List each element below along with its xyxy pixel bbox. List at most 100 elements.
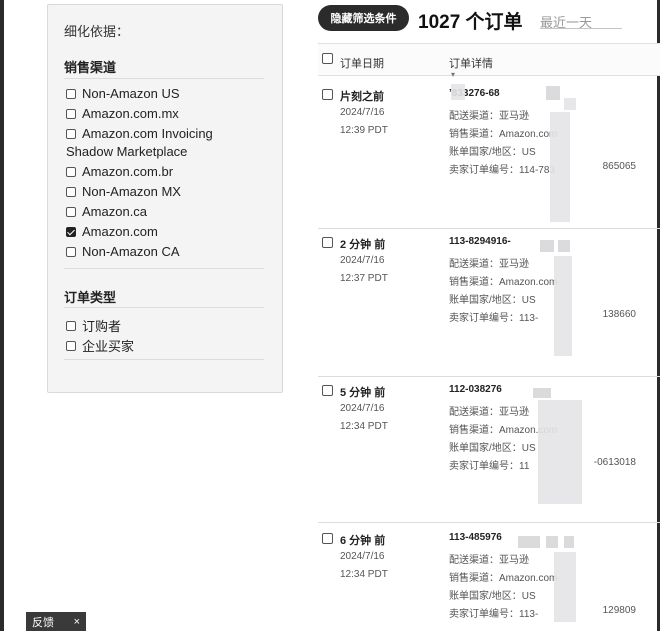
filter-label: Amazon.com: [82, 224, 158, 239]
redaction: [564, 536, 574, 548]
window-left-edge: [0, 0, 4, 631]
sales-channel: 销售渠道：Amazon.com: [449, 573, 558, 584]
order-id-link[interactable]: 112-038276: [449, 384, 502, 395]
date-range-underline: [540, 28, 622, 29]
filter-label: Non-Amazon US: [82, 86, 180, 101]
fulfillment-channel: 配送渠道：亚马逊: [449, 259, 529, 270]
redaction: [546, 86, 560, 100]
row-divider: [318, 228, 660, 229]
billing-country: 账单国家/地区：US: [449, 295, 536, 306]
filter-amazon-com[interactable]: Amazon.com: [66, 224, 158, 239]
order-count: 1027 个订单: [418, 12, 523, 33]
filter-label: 企业买家: [82, 339, 135, 354]
filter-label: Non-Amazon MX: [82, 184, 181, 199]
filter-amazon-com-mx[interactable]: Amazon.com.mx: [66, 106, 179, 121]
refine-heading: 细化依据：: [64, 24, 130, 39]
filter-label-continued: Shadow Marketplace: [66, 144, 188, 159]
checkbox[interactable]: [66, 166, 76, 177]
order-date: 2024/7/16: [340, 107, 385, 118]
checkbox[interactable]: [66, 206, 76, 217]
close-icon[interactable]: ×: [74, 616, 80, 628]
checkbox[interactable]: [66, 108, 76, 119]
divider: [64, 307, 264, 308]
checkbox[interactable]: [66, 88, 76, 99]
billing-country: 账单国家/地区：US: [449, 443, 536, 454]
filter-non-amazon-mx[interactable]: Non-Amazon MX: [66, 184, 181, 199]
order-age: 6 分钟 前: [340, 535, 386, 547]
order-age: 2 分钟 前: [340, 239, 386, 251]
billing-country: 账单国家/地区：US: [449, 147, 536, 158]
filter-amazon-invoicing[interactable]: Amazon.com Invoicing: [66, 126, 213, 141]
filter-label: 订购者: [82, 319, 122, 334]
column-order-date[interactable]: 订单日期: [340, 55, 384, 71]
filter-non-amazon-ca[interactable]: Non-Amazon CA: [66, 244, 180, 259]
fulfillment-channel: 配送渠道：亚马逊: [449, 407, 529, 418]
table-row: 6 分钟 前 2024/7/16 12:34 PDT 113-485976 配送…: [318, 522, 660, 631]
filter-non-amazon-us[interactable]: Non-Amazon US: [66, 86, 180, 101]
checkbox-checked[interactable]: [66, 226, 76, 237]
sales-channel: 销售渠道：Amazon.com: [449, 277, 558, 288]
checkbox[interactable]: [66, 186, 76, 197]
billing-country: 账单国家/地区：US: [449, 591, 536, 602]
seller-order-id: 卖家订单编号：113-: [449, 609, 539, 620]
redaction: [540, 240, 554, 252]
redaction: [558, 240, 570, 252]
redaction: [550, 112, 570, 222]
column-order-details[interactable]: 订单详情: [449, 55, 493, 71]
filter-subscriber[interactable]: 订购者: [66, 316, 121, 335]
table-row: 2 分钟 前 2024/7/16 12:37 PDT 113-8294916- …: [318, 228, 660, 376]
seller-order-id-tail: 129809: [602, 605, 636, 616]
order-age: 5 分钟 前: [340, 387, 386, 399]
sales-channel-title: 销售渠道: [64, 60, 117, 75]
order-id-link[interactable]: 113-8294916-: [449, 236, 511, 247]
divider: [64, 268, 264, 269]
order-time: 12:34 PDT: [340, 569, 388, 580]
seller-order-id-tail: -0613018: [593, 457, 636, 468]
filter-business-buyer[interactable]: 企业买家: [66, 336, 134, 355]
redaction: [564, 98, 576, 110]
row-checkbox[interactable]: [322, 385, 333, 396]
feedback-label: 反馈: [32, 616, 54, 629]
hide-filters-button[interactable]: 隐藏筛选条件: [318, 5, 409, 31]
row-checkbox[interactable]: [322, 237, 333, 248]
order-time: 12:34 PDT: [340, 421, 388, 432]
redaction: [546, 536, 558, 548]
redaction: [554, 552, 576, 622]
order-type-title: 订单类型: [64, 290, 117, 305]
order-time: 12:37 PDT: [340, 273, 388, 284]
checkbox[interactable]: [66, 246, 76, 257]
order-id-link[interactable]: 113-485976: [449, 532, 502, 543]
select-all-checkbox[interactable]: [322, 53, 333, 64]
checkbox[interactable]: [66, 128, 76, 139]
row-checkbox[interactable]: [322, 533, 333, 544]
redaction: [451, 84, 465, 100]
row-checkbox[interactable]: [322, 89, 333, 100]
redaction: [554, 256, 572, 356]
order-date: 2024/7/16: [340, 551, 385, 562]
seller-order-id: 卖家订单编号：114-783: [449, 165, 555, 176]
divider: [64, 78, 264, 79]
filter-label: Amazon.ca: [82, 204, 148, 219]
table-row: 5 分钟 前 2024/7/16 12:34 PDT 112-038276 配送…: [318, 376, 660, 522]
seller-order-id: 卖家订单编号：11: [449, 461, 530, 472]
redaction: [518, 536, 540, 548]
checkbox[interactable]: [66, 340, 76, 351]
filter-amazon-com-br[interactable]: Amazon.com.br: [66, 164, 173, 179]
seller-order-id: 卖家订单编号：113-: [449, 313, 539, 324]
row-divider: [318, 376, 660, 377]
order-age: 片刻之前: [340, 91, 384, 103]
filter-label: Non-Amazon CA: [82, 244, 180, 259]
seller-order-id-tail: 138660: [602, 309, 636, 320]
redaction: [538, 400, 582, 504]
filter-label: Amazon.com.br: [82, 164, 174, 179]
sales-channel: 销售渠道：Amazon.com: [449, 129, 558, 140]
filter-amazon-ca[interactable]: Amazon.ca: [66, 204, 147, 219]
seller-order-id-tail: 865065: [602, 161, 636, 172]
sort-indicator-icon: ▾: [451, 70, 456, 79]
order-date: 2024/7/16: [340, 403, 385, 414]
feedback-tab[interactable]: 反馈 ×: [26, 612, 86, 631]
checkbox[interactable]: [66, 320, 76, 331]
table-row: 片刻之前 2024/7/16 12:39 PDT ’833276-68 配送渠道…: [318, 80, 660, 230]
filter-label: Amazon.com.mx: [82, 106, 179, 121]
fulfillment-channel: 配送渠道：亚马逊: [449, 111, 529, 122]
